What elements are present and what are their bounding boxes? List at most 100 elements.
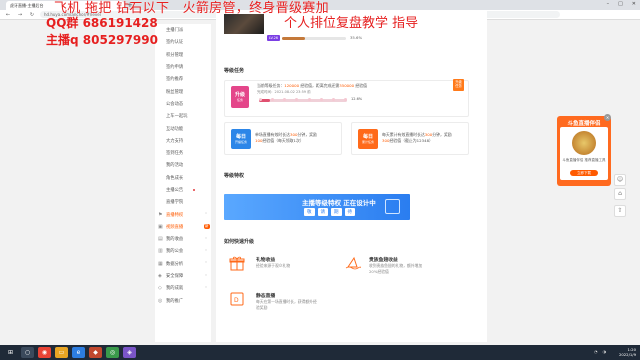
sidebar-item-8[interactable]: 互动功能 [155, 122, 211, 134]
sidebar-item-1[interactable]: 签约认证 [155, 36, 211, 48]
sidebar-item-6[interactable]: 公会动态 [155, 98, 211, 110]
daily-task-card-2: 每日 累计任务 每天累计有效直播时长达300分钟，奖励 300经验值（截止为123… [351, 122, 469, 155]
sidebar-item-label: 公会动态 [166, 101, 184, 107]
app-icon-4[interactable]: ◆ [89, 347, 102, 358]
chevron-down-icon: ˅ [205, 273, 207, 279]
live-room-icon: D [230, 292, 244, 306]
banner-pill: 请 [317, 208, 328, 216]
network-icon[interactable]: ◔ [594, 349, 598, 354]
back-to-top-icon[interactable]: ⇧ [614, 205, 626, 217]
daily2-text-c: 分钟，奖励 [432, 132, 452, 137]
banner-pill: 敬 [304, 208, 315, 216]
sidebar: 主播门派 签约认证 积分管理 签约申请 签约推荐 粉丝管理 公会动态 上车一起玩… [155, 24, 211, 342]
minimize-icon[interactable]: – [607, 1, 610, 7]
promo-text: 斗鱼直播伴侣 推荐直播工具 [562, 158, 606, 162]
upgrade-icon-sub: 任务 [236, 98, 243, 102]
sidebar-item-11[interactable]: 我的活动 [155, 159, 211, 171]
system-tray: ◔ ◑ [594, 349, 606, 354]
reload-icon[interactable]: ↻ [28, 12, 36, 18]
app-icon-2[interactable]: ▭ [55, 347, 68, 358]
close-icon[interactable]: ✕ [604, 114, 611, 121]
ways-title-1: 礼物收益 [256, 258, 276, 263]
sidebar-item-0[interactable]: 主播门派 [155, 24, 211, 36]
privilege-icon: ⚑ [158, 211, 163, 218]
chat-icon[interactable]: ☺ [614, 174, 626, 186]
sidebar-item-18[interactable]: ▥ 我的公会 ˅ [155, 245, 211, 257]
taskbar: ⊞ ○ ◉ ▭ e ◆ ◎ ◈ ◔ ◑ 1:20 2022/1/9 [0, 345, 640, 360]
svg-text:D: D [234, 297, 239, 304]
search-icon[interactable]: ○ [21, 347, 34, 358]
sidebar-item-label: 我的收益 [166, 237, 184, 243]
volume-icon[interactable]: ◑ [603, 349, 607, 354]
promo-panel[interactable]: 斗鱼直播伴侣 斗鱼直播伴侣 推荐直播工具 立即下载 [557, 116, 611, 186]
sidebar-item-4[interactable]: 签约推荐 [155, 73, 211, 85]
ways-desc-2: 收到贵族鱼翅的礼物，额外增加 20%经验值 [369, 263, 423, 274]
sidebar-item-label: 角色成长 [166, 175, 184, 181]
app-icon-3[interactable]: e [72, 347, 85, 358]
sidebar-item-7[interactable]: 上车一起玩 [155, 110, 211, 122]
sidebar-item-label: 签约推荐 [166, 77, 184, 83]
daily2-icon-sub: 累计任务 [361, 140, 374, 144]
clock[interactable]: 1:20 2022/1/9 [619, 347, 636, 357]
main-panel: LV.26 35.6% 等级任务 升级 任务 当前等级任务：120000 经验值… [216, 10, 487, 342]
sidebar-item-16[interactable]: ▣ 视频直播 新 [155, 221, 211, 233]
banner-pill: 期 [331, 208, 342, 216]
banner-decoration-icon [385, 199, 400, 214]
daily-task-icon-2: 每日 累计任务 [358, 129, 378, 149]
close-window-icon[interactable]: ✕ [632, 1, 636, 7]
sidebar-item-label: 主播门派 [166, 28, 184, 34]
sidebar-item-3[interactable]: 签约申请 [155, 61, 211, 73]
home-icon[interactable]: ⌂ [614, 188, 626, 200]
start-icon[interactable]: ⊞ [4, 347, 17, 358]
section-title-privilege: 等级特权 [224, 173, 245, 179]
sidebar-item-label: 我的推广 [166, 298, 184, 304]
overlay-text-4: 个人排位复盘教学 指导 [284, 16, 419, 31]
sidebar-item-13[interactable]: 主播公告 [155, 184, 211, 196]
sidebar-item-21[interactable]: ◇ 我的成就 ˅ [155, 282, 211, 294]
chart-icon: ▦ [158, 260, 163, 267]
upgrade-text-d: 350000 [339, 83, 355, 88]
sidebar-item-label: 直播学院 [166, 200, 184, 206]
upgrade-text-a: 当前等级任务： [257, 83, 285, 88]
sidebar-item-10[interactable]: 签到任务 [155, 147, 211, 159]
app-icon-1[interactable]: ◉ [38, 347, 51, 358]
sidebar-item-2[interactable]: 积分管理 [155, 49, 211, 61]
app-icon-5[interactable]: ◎ [106, 347, 119, 358]
upgrade-progress-text: 12.6% [351, 97, 363, 101]
forward-icon[interactable]: → [16, 12, 24, 18]
upgrade-tag: 升级 任务 [453, 79, 464, 91]
sidebar-item-label: 安全保障 [166, 274, 184, 280]
tab-title: 虎牙直播-主播后台 [10, 2, 44, 8]
sidebar-item-label: 我的活动 [166, 163, 184, 169]
back-icon[interactable]: ← [4, 12, 12, 18]
ways-title-3: 静态直播 [256, 294, 276, 299]
sidebar-item-17[interactable]: ▤ 我的收益 ˅ [155, 233, 211, 245]
sidebar-item-label: 直播特权 [166, 212, 184, 218]
sidebar-item-22[interactable]: ◎ 我的推广 [155, 295, 211, 307]
level-progress-text: 35.6% [350, 35, 363, 40]
sidebar-item-5[interactable]: 粉丝管理 [155, 85, 211, 97]
upgrade-tag-l2: 任务 [455, 84, 462, 88]
sidebar-item-label: 主播公告 [166, 188, 184, 193]
ways-desc-3: 每天在第一场直播时长，获得额外经 验奖励 [256, 299, 317, 310]
sidebar-item-15[interactable]: ⚑ 直播特权 ˄ [155, 208, 211, 220]
app-icon-6[interactable]: ◈ [123, 347, 136, 358]
banner-title: 主播等级特权 正在设计中 [302, 199, 376, 207]
sidebar-item-label: 我的公会 [166, 249, 184, 255]
sidebar-item-14[interactable]: 直播学院 [155, 196, 211, 208]
promo-download-button[interactable]: 立即下载 [570, 170, 598, 176]
sidebar-item-12[interactable]: 角色成长 [155, 172, 211, 184]
upgrade-task-icon: 升级 任务 [231, 86, 249, 108]
sidebar-item-20[interactable]: ◈ 安全保障 ˅ [155, 270, 211, 282]
level-progress-fill [282, 37, 305, 40]
maximize-icon[interactable]: □ [618, 1, 623, 7]
chevron-up-icon: ˄ [205, 212, 207, 218]
sidebar-item-19[interactable]: ▦ 数据分析 ˅ [155, 258, 211, 270]
sidebar-item-9[interactable]: 大力支持 [155, 135, 211, 147]
chevron-down-icon: ˅ [205, 261, 207, 267]
upgrade-text-e: 经验值 [354, 83, 368, 88]
ways-desc-1: 经验来源于观众礼物 [256, 263, 291, 268]
shield-icon: ◈ [158, 273, 162, 280]
gift-icon [229, 256, 245, 271]
upgrade-progress-dots [259, 98, 347, 102]
